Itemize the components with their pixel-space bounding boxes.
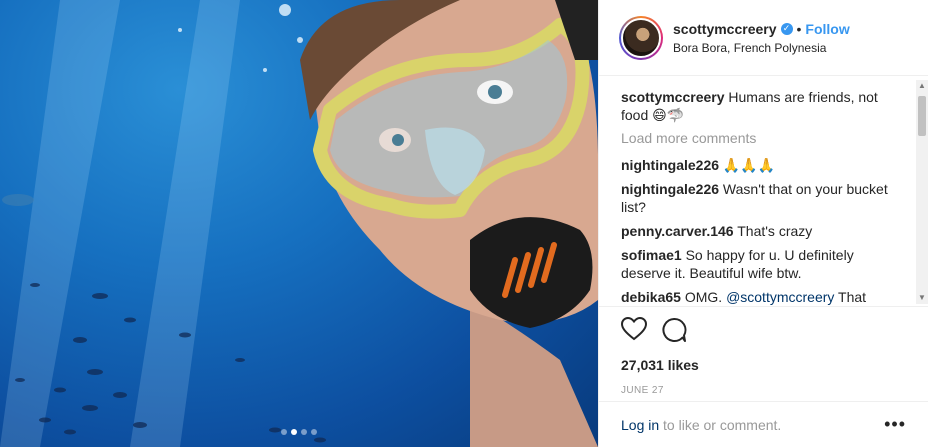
comment-text-tail: That [838, 289, 867, 305]
comment-username[interactable]: nightingale226 [621, 157, 719, 173]
comments-list: scottymccreery Humans are friends, not f… [599, 76, 915, 306]
scroll-down-icon[interactable]: ▼ [916, 292, 928, 304]
login-link[interactable]: Log in [621, 417, 659, 433]
action-icons [620, 316, 906, 343]
avatar[interactable] [619, 15, 663, 60]
load-more-comments-button[interactable]: Load more comments [621, 130, 915, 146]
mention-link[interactable]: @scottymccreery [726, 289, 834, 305]
comment-username[interactable]: debika65 [621, 289, 681, 305]
separator: • [796, 20, 802, 37]
post-date: JUNE 27 [621, 385, 664, 396]
underwater-selfie-image [0, 0, 598, 447]
more-options-icon[interactable]: ••• [884, 414, 906, 435]
avatar-image [621, 17, 661, 58]
scroll-up-icon[interactable]: ▲ [916, 80, 928, 92]
carousel-indicator [0, 429, 598, 435]
username-link[interactable]: scottymccreery [673, 21, 777, 37]
carousel-dot [311, 429, 317, 435]
comment-item: debika65 OMG. @scottymccreery That [621, 288, 901, 306]
post-actions: 27,031 likes JUNE 27 [599, 306, 928, 396]
caption: scottymccreery Humans are friends, not f… [621, 88, 901, 124]
comment-text: 🙏🙏🙏 [722, 157, 776, 173]
comment-bubble-icon[interactable] [661, 317, 687, 343]
carousel-dot [281, 429, 287, 435]
header-info: scottymccreery ✓ • Follow Bora Bora, Fre… [673, 21, 850, 55]
carousel-dot [301, 429, 307, 435]
comment-item: nightingale226 🙏🙏🙏 [621, 156, 901, 174]
comment-username[interactable]: penny.carver.146 [621, 223, 734, 239]
heart-icon[interactable] [620, 316, 648, 343]
comment-username[interactable]: sofimae1 [621, 247, 682, 263]
likes-count[interactable]: 27,031 likes [621, 357, 906, 373]
post-side-panel: scottymccreery ✓ • Follow Bora Bora, Fre… [598, 0, 928, 447]
carousel-dot-active [291, 429, 297, 435]
comment-item: sofimae1 So happy for u. U definitely de… [621, 246, 901, 282]
login-prompt-text: to like or comment. [659, 416, 782, 433]
follow-button[interactable]: Follow [805, 21, 849, 37]
comment-username[interactable]: scottymccreery [621, 89, 725, 105]
comment-text: OMG. [684, 289, 723, 305]
comment-text: That's crazy [737, 223, 813, 239]
comment-username[interactable]: nightingale226 [621, 181, 719, 197]
comment-item: nightingale226 Wasn't that on your bucke… [621, 180, 901, 216]
comment-item: penny.carver.146 That's crazy [621, 222, 901, 240]
location-link[interactable]: Bora Bora, French Polynesia [673, 41, 850, 55]
verified-check-icon: ✓ [780, 22, 793, 35]
login-footer: Log in to like or comment. ••• [599, 401, 928, 447]
post-header: scottymccreery ✓ • Follow Bora Bora, Fre… [599, 0, 928, 76]
comments-scrollbar[interactable]: ▲ ▼ [916, 80, 928, 304]
post-photo[interactable] [0, 0, 598, 447]
instagram-post: scottymccreery ✓ • Follow Bora Bora, Fre… [0, 0, 928, 447]
scroll-thumb[interactable] [918, 96, 926, 136]
